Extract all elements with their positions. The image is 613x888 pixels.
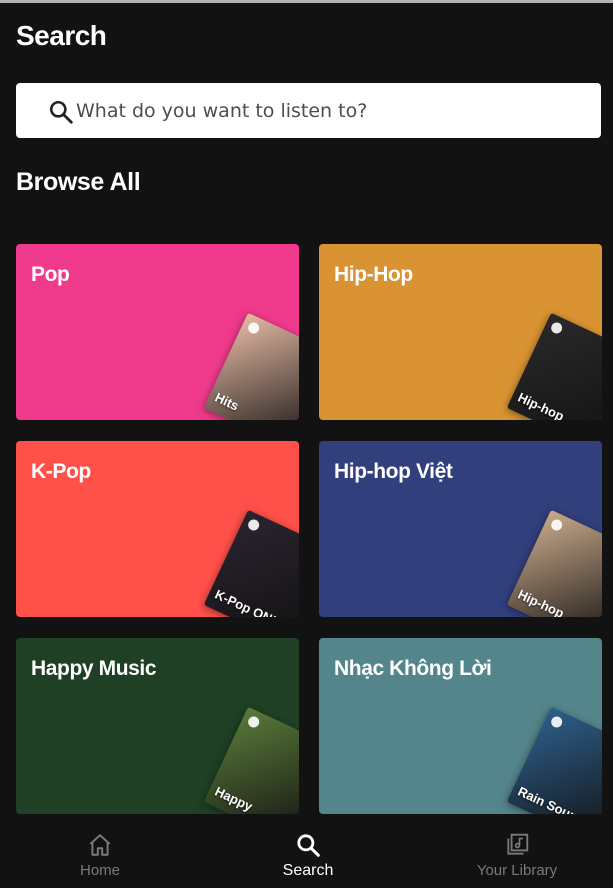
genre-tile-pop[interactable]: Pop Hits <box>16 244 299 420</box>
search-input[interactable] <box>76 91 586 131</box>
tile-label: Hip-hop Việt <box>334 460 453 483</box>
home-icon <box>89 834 111 856</box>
bottom-navigation: Home Search Your Library <box>0 822 613 888</box>
tile-cover-art: Hits <box>203 312 299 420</box>
nav-search[interactable]: Search <box>248 832 368 888</box>
nav-label: Your Library <box>476 862 558 879</box>
tile-label: Happy Music <box>31 657 157 680</box>
tile-cover-art: Hip-hop <box>506 312 602 420</box>
genre-tile-hip-hop[interactable]: Hip-Hop Hip-hop <box>319 244 602 420</box>
nav-label: Home <box>79 862 120 879</box>
nav-label: Search <box>282 862 334 879</box>
spotify-logo-icon <box>246 714 261 730</box>
nav-home[interactable]: Home <box>40 832 160 888</box>
tile-label: Hip-Hop <box>334 263 413 286</box>
tile-cover-art: Happy <box>203 706 299 814</box>
tile-label: Pop <box>31 263 70 286</box>
tile-label: Nhạc Không Lời <box>334 657 492 680</box>
genre-tile-happy-music[interactable]: Happy Music Happy <box>16 638 299 814</box>
genre-tile-hip-hop-viet[interactable]: Hip-hop Việt Hip-hop <box>319 441 602 617</box>
search-icon <box>49 100 73 124</box>
genre-tile-nhac-khong-loi[interactable]: Nhạc Không Lời Rain Sounds <box>319 638 602 814</box>
spotify-logo-icon <box>549 517 564 533</box>
search-icon <box>297 834 320 857</box>
cover-art-text: Rain Sounds <box>515 783 594 814</box>
section-title: Browse All <box>16 168 141 196</box>
tile-cover-art: Hip-hop <box>506 509 602 617</box>
cover-art-text: Happy <box>212 783 255 814</box>
nav-your-library[interactable]: Your Library <box>457 832 577 888</box>
spotify-logo-icon <box>549 320 564 336</box>
page-title: Search <box>16 20 107 51</box>
spotify-logo-icon <box>246 517 261 533</box>
cover-art-text: Hip-hop <box>515 586 567 617</box>
spotify-logo-icon <box>246 320 261 336</box>
status-divider <box>0 0 613 3</box>
cover-art-text: Hip-hop <box>515 389 567 420</box>
tile-cover-art: K-Pop ON! <box>203 509 299 617</box>
spotify-logo-icon <box>549 714 564 730</box>
genre-tile-k-pop[interactable]: K-Pop K-Pop ON! <box>16 441 299 617</box>
tile-cover-art: Rain Sounds <box>506 706 602 814</box>
cover-art-text: K-Pop ON! <box>212 586 279 617</box>
search-bar[interactable] <box>16 83 601 138</box>
library-icon <box>507 833 529 855</box>
cover-art-text: Hits <box>212 389 242 414</box>
tile-label: K-Pop <box>31 460 91 483</box>
